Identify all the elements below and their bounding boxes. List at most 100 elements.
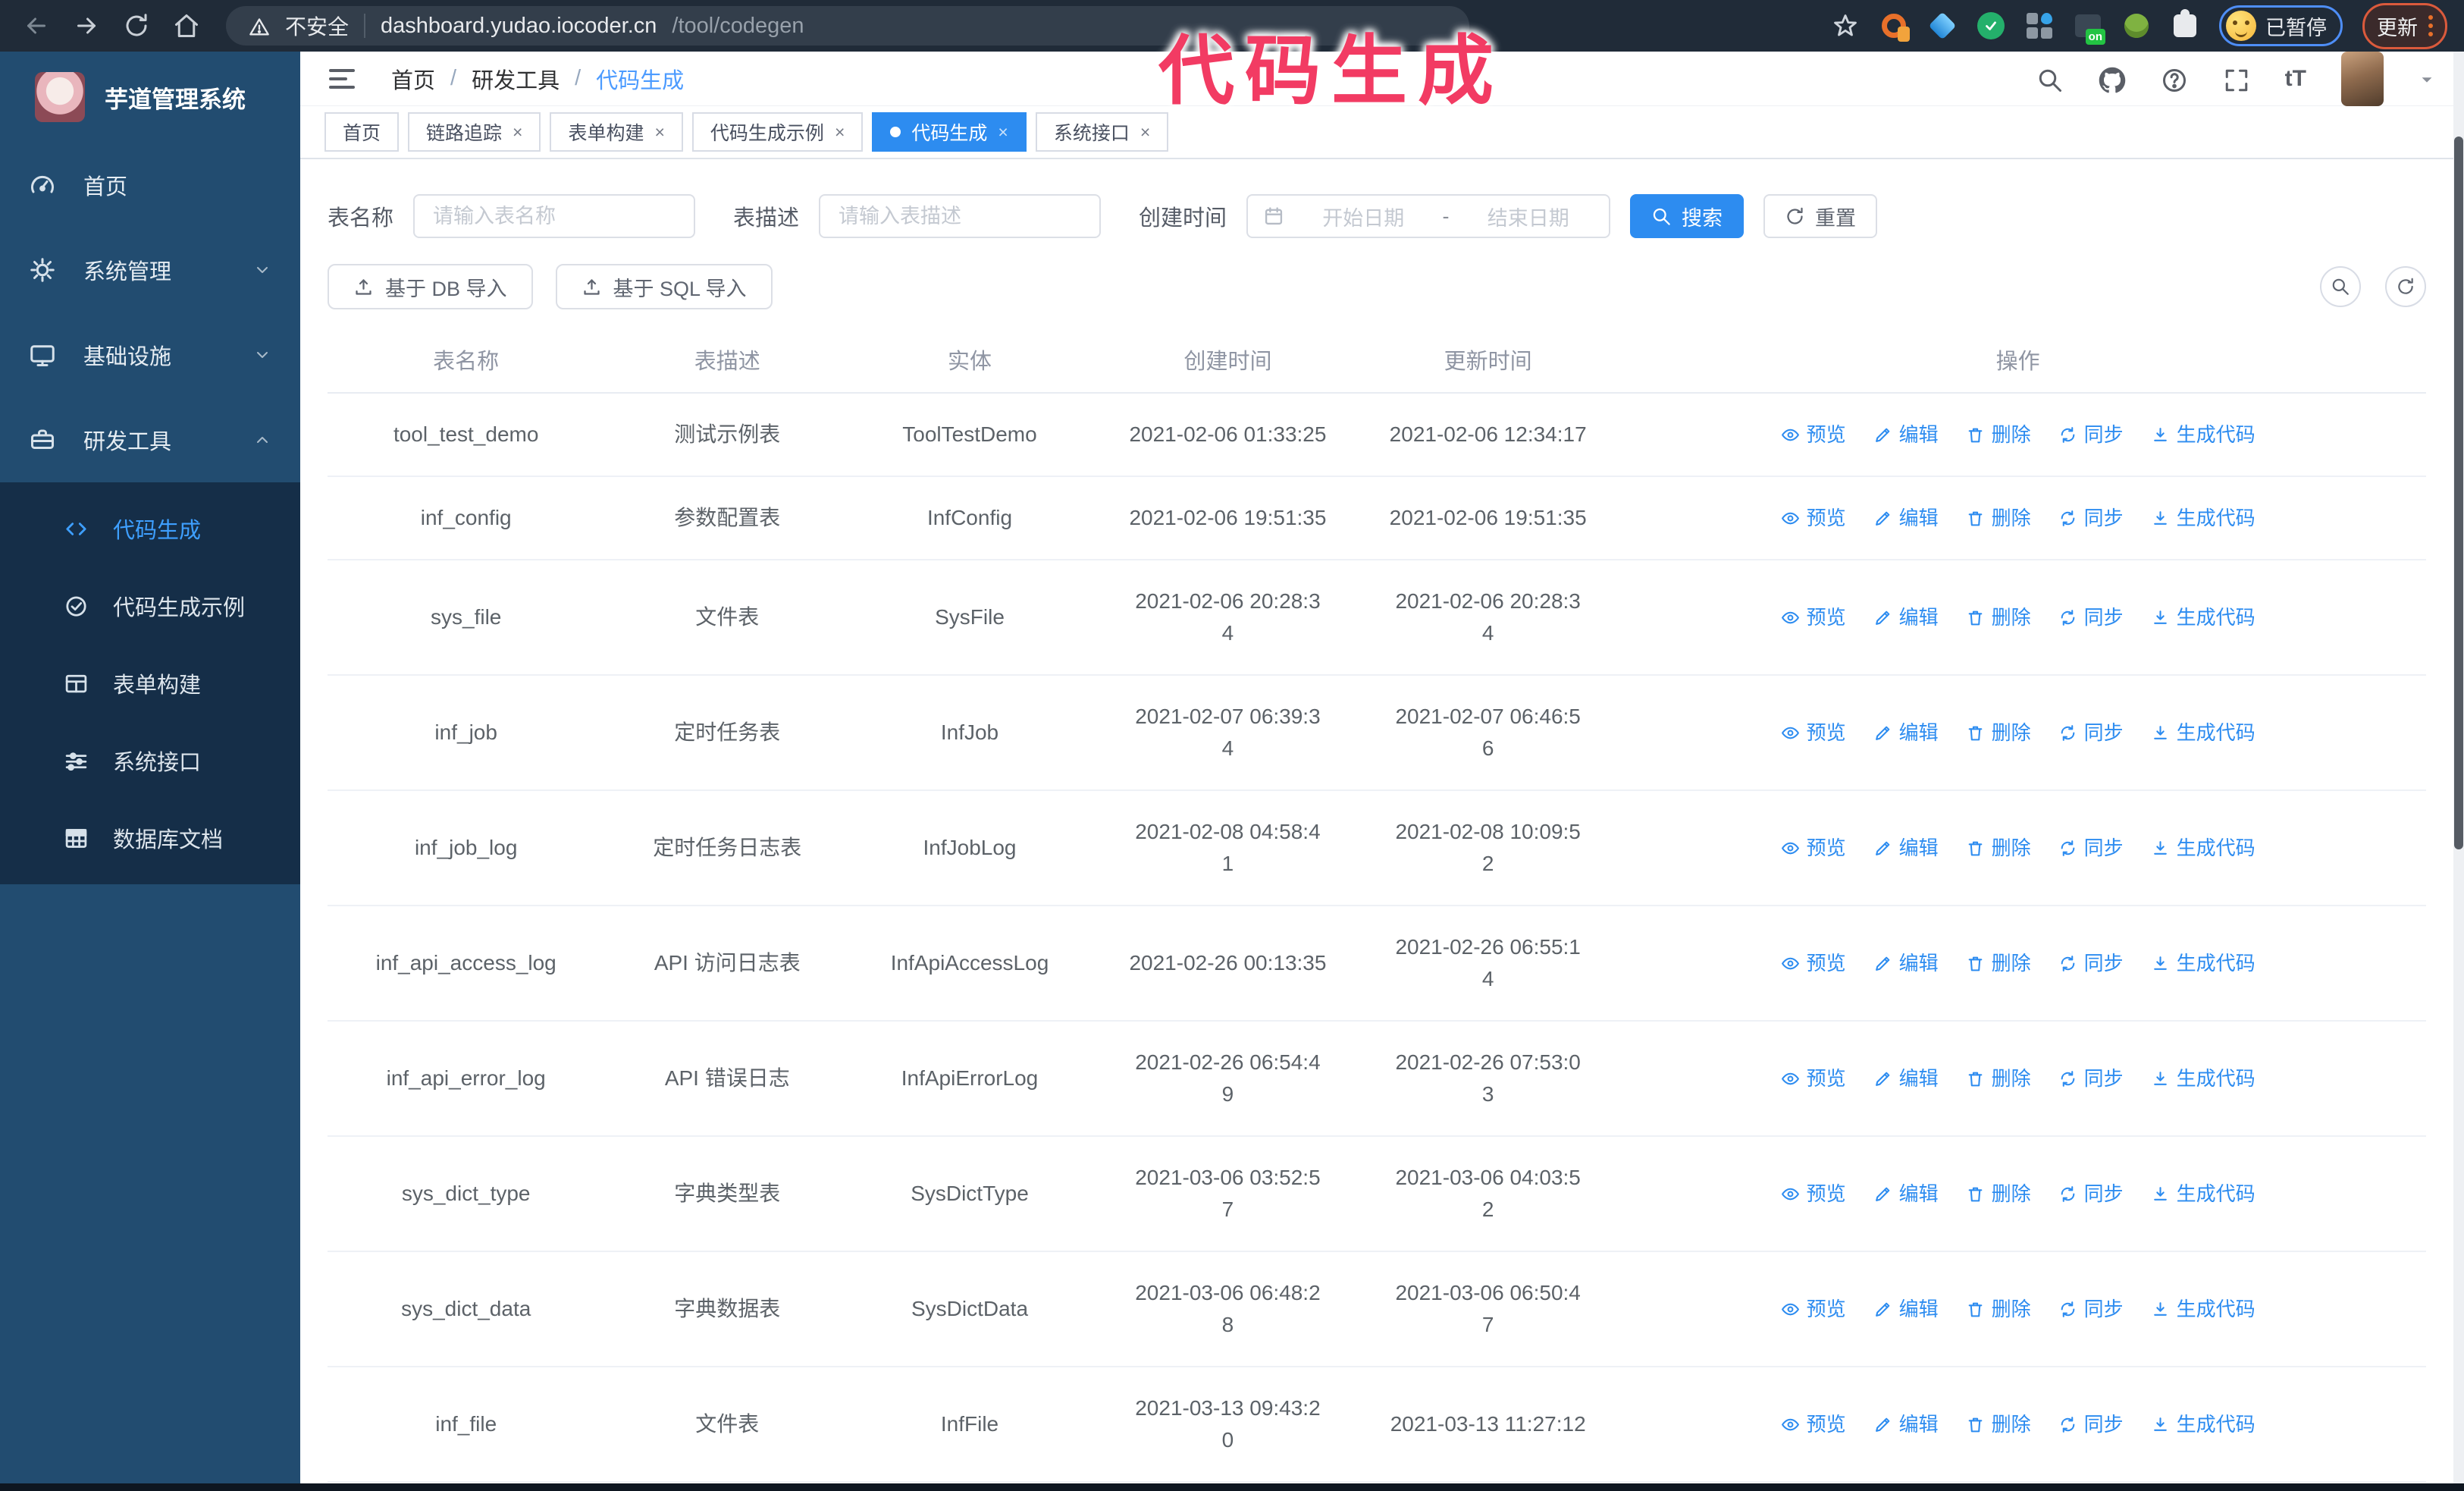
view-tab[interactable]: 链路追踪 × [408,112,541,152]
fullscreen-icon[interactable] [2223,63,2250,95]
preview-link[interactable]: 预览 [1781,1410,1846,1439]
preview-link[interactable]: 预览 [1781,718,1846,748]
preview-link[interactable]: 预览 [1781,1064,1846,1094]
preview-link[interactable]: 预览 [1781,949,1846,978]
generate-code-link[interactable]: 生成代码 [2151,1410,2256,1439]
generate-code-link[interactable]: 生成代码 [2151,504,2256,533]
view-tab[interactable]: 代码生成示例 × [691,112,864,152]
close-tab-icon[interactable]: × [1140,122,1150,143]
profile-paused-chip[interactable]: 已暂停 [2219,5,2343,46]
sync-link[interactable]: 同步 [2058,1179,2124,1209]
refresh-button[interactable] [2385,266,2426,307]
preview-link[interactable]: 预览 [1781,1179,1846,1209]
sidebar-item-codegen[interactable]: 代码生成 [0,490,300,567]
edit-link[interactable]: 编辑 [1873,420,1939,450]
sync-link[interactable]: 同步 [2058,603,2124,632]
close-tab-icon[interactable]: × [835,122,845,143]
generate-code-link[interactable]: 生成代码 [2151,1295,2256,1324]
delete-link[interactable]: 删除 [1966,1179,2031,1209]
search-button[interactable]: 搜索 [1630,194,1745,238]
close-tab-icon[interactable]: × [998,122,1008,143]
delete-link[interactable]: 删除 [1966,1410,2031,1439]
edit-link[interactable]: 编辑 [1873,718,1939,748]
delete-link[interactable]: 删除 [1966,420,2031,450]
close-tab-icon[interactable]: × [513,122,522,143]
avatar-caret-down-icon[interactable] [2419,69,2435,89]
delete-link[interactable]: 删除 [1966,1064,2031,1094]
sync-link[interactable]: 同步 [2058,1064,2124,1094]
preview-link[interactable]: 预览 [1781,833,1846,863]
breadcrumb-devtools[interactable]: 研发工具 [472,63,560,95]
generate-code-link[interactable]: 生成代码 [2151,1064,2256,1094]
sidebar-item-infra[interactable]: 基础设施 [0,312,300,397]
bookmark-star-icon[interactable] [1831,11,1860,40]
sidebar-item-system-api[interactable]: 系统接口 [0,722,300,799]
generate-code-link[interactable]: 生成代码 [2151,420,2256,450]
delete-link[interactable]: 删除 [1966,504,2031,533]
edit-link[interactable]: 编辑 [1873,504,1939,533]
edit-link[interactable]: 编辑 [1873,833,1939,863]
sidebar-item-db-docs[interactable]: 数据库文档 [0,799,300,877]
delete-link[interactable]: 删除 [1966,603,2031,632]
sidebar-item-system[interactable]: 系统管理 [0,228,300,312]
edit-link[interactable]: 编辑 [1873,603,1939,632]
app-logo-row[interactable]: 芋道管理系统 [0,52,300,143]
sidebar-item-codegen-example[interactable]: 代码生成示例 [0,567,300,645]
delete-link[interactable]: 删除 [1966,833,2031,863]
font-size-icon[interactable]: tT [2285,66,2306,92]
delete-link[interactable]: 删除 [1966,1295,2031,1324]
sync-link[interactable]: 同步 [2058,833,2124,863]
edit-link[interactable]: 编辑 [1873,1410,1939,1439]
github-icon[interactable] [2099,63,2126,95]
scrollbar-thumb[interactable] [2454,137,2463,849]
edit-link[interactable]: 编辑 [1873,1064,1939,1094]
browser-menu-icon[interactable] [2428,15,2433,36]
view-tab[interactable]: 代码生成 × [872,112,1027,152]
sidebar-toggle-icon[interactable] [329,68,359,89]
table-name-input[interactable] [413,194,696,238]
extension-gem-icon[interactable] [1928,11,1957,40]
extension-orange-icon[interactable] [1879,11,1910,42]
help-icon[interactable] [2161,63,2188,95]
home-icon[interactable] [167,6,206,46]
preview-link[interactable]: 预览 [1781,1295,1846,1324]
search-icon[interactable] [2036,63,2064,95]
sidebar-item-home[interactable]: 首页 [0,143,300,228]
extension-check-icon[interactable] [1977,11,2005,40]
generate-code-link[interactable]: 生成代码 [2151,833,2256,863]
delete-link[interactable]: 删除 [1966,949,2031,978]
sync-link[interactable]: 同步 [2058,420,2124,450]
reset-button[interactable]: 重置 [1763,194,1878,238]
edit-link[interactable]: 编辑 [1873,1179,1939,1209]
import-db-button[interactable]: 基于 DB 导入 [328,264,533,309]
sidebar-item-form-builder[interactable]: 表单构建 [0,645,300,722]
browser-update-button[interactable]: 更新 [2362,2,2447,49]
generate-code-link[interactable]: 生成代码 [2151,603,2256,632]
user-avatar[interactable] [2341,52,2384,106]
breadcrumb-home[interactable]: 首页 [391,63,435,95]
preview-link[interactable]: 预览 [1781,420,1846,450]
reload-icon[interactable] [117,6,156,46]
table-desc-input[interactable] [819,194,1102,238]
close-tab-icon[interactable]: × [654,122,664,143]
sync-link[interactable]: 同步 [2058,1410,2124,1439]
edit-link[interactable]: 编辑 [1873,949,1939,978]
edit-link[interactable]: 编辑 [1873,1295,1939,1324]
extensions-puzzle-icon[interactable] [2171,9,2199,40]
preview-link[interactable]: 预览 [1781,504,1846,533]
generate-code-link[interactable]: 生成代码 [2151,718,2256,748]
sidebar-item-devtools[interactable]: 研发工具 [0,397,300,482]
extension-grid-icon[interactable] [2025,11,2054,40]
sync-link[interactable]: 同步 [2058,949,2124,978]
view-tab[interactable]: 表单构建 × [550,112,683,152]
sync-link[interactable]: 同步 [2058,1295,2124,1324]
preview-link[interactable]: 预览 [1781,603,1846,632]
delete-link[interactable]: 删除 [1966,718,2031,748]
date-range-picker[interactable]: 开始日期 - 结束日期 [1246,194,1611,238]
sync-link[interactable]: 同步 [2058,718,2124,748]
back-icon[interactable] [17,6,56,46]
import-sql-button[interactable]: 基于 SQL 导入 [555,264,773,309]
toggle-search-button[interactable] [2320,266,2361,307]
view-tab[interactable]: 首页 [324,112,400,152]
extension-screenshot-icon[interactable]: on [2074,11,2105,45]
